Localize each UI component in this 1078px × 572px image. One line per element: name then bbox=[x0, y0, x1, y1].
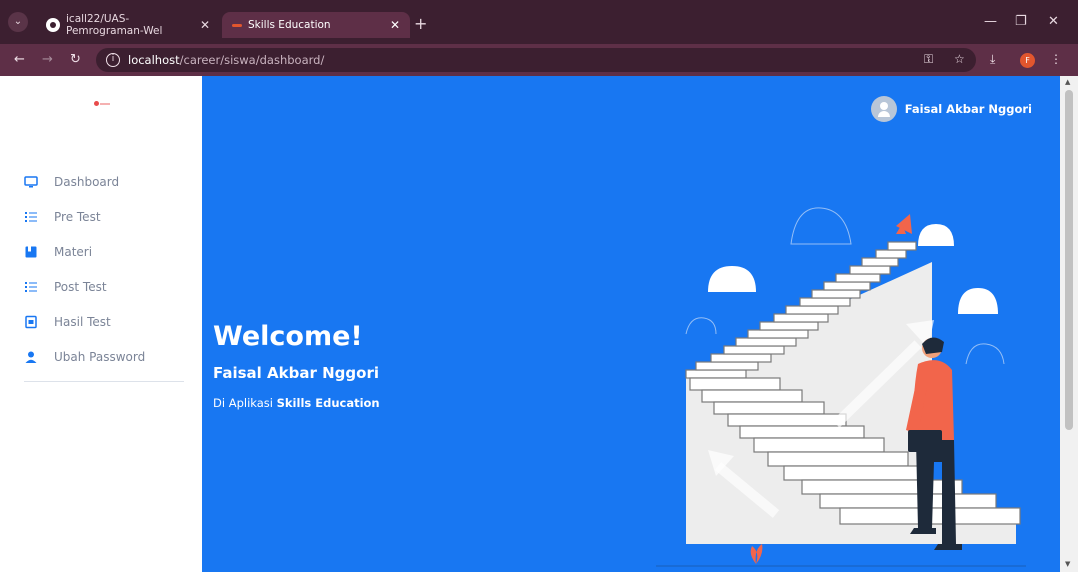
sidebar: Dashboard Pre Test Materi Post Test Hasi… bbox=[0, 76, 202, 572]
sidebar-item-ubah-password[interactable]: Ubah Password bbox=[0, 339, 202, 374]
profile-avatar[interactable]: F bbox=[1020, 53, 1035, 68]
url-host: localhost bbox=[128, 53, 180, 67]
password-key-icon[interactable]: ⚿ bbox=[924, 52, 933, 67]
reload-icon[interactable]: ↻ bbox=[70, 52, 81, 67]
report-icon bbox=[25, 315, 37, 328]
sidebar-item-label: Dashboard bbox=[54, 174, 120, 189]
scrollbar-thumb[interactable] bbox=[1065, 90, 1073, 430]
user-icon bbox=[25, 351, 37, 363]
page-scrollbar[interactable]: ▲ ▼ bbox=[1060, 76, 1078, 572]
welcome-title: Welcome! bbox=[213, 321, 363, 352]
sidebar-item-materi[interactable]: Materi bbox=[0, 234, 202, 269]
github-icon bbox=[46, 18, 60, 32]
back-icon[interactable]: ← bbox=[14, 52, 25, 67]
main-hero: Faisal Akbar Nggori Welcome! Faisal Akba… bbox=[202, 76, 1060, 572]
bookmark-star-icon[interactable]: ☆ bbox=[954, 52, 965, 66]
subtitle-prefix: Di Aplikasi bbox=[213, 396, 273, 410]
student-name: Faisal Akbar Nggori bbox=[213, 364, 379, 382]
avatar bbox=[870, 96, 897, 122]
browser-tab-bar: ⌄ icall22/UAS-Pemrograman-Wel ✕ Skills E… bbox=[0, 0, 1078, 44]
tab-skills-education[interactable]: Skills Education ✕ bbox=[222, 12, 410, 38]
url-path: /career/siswa/dashboard/ bbox=[179, 53, 325, 67]
close-icon[interactable]: ✕ bbox=[200, 18, 210, 32]
forward-icon[interactable]: → bbox=[42, 52, 53, 67]
monitor-icon bbox=[24, 175, 38, 187]
user-menu[interactable]: Faisal Akbar Nggori bbox=[870, 96, 1032, 122]
close-window-icon[interactable]: ✕ bbox=[1048, 14, 1059, 29]
address-bar: ← → ↻ i localhost/career/siswa/dashboard… bbox=[0, 44, 1078, 76]
app-logo[interactable] bbox=[90, 101, 112, 107]
welcome-subtitle: Di Aplikasi Skills Education bbox=[213, 396, 380, 410]
tab-github[interactable]: icall22/UAS-Pemrograman-Wel ✕ bbox=[36, 12, 220, 38]
book-icon bbox=[25, 246, 37, 257]
new-tab-icon[interactable]: + bbox=[414, 14, 427, 33]
url-field[interactable]: i localhost/career/siswa/dashboard/ bbox=[96, 48, 976, 72]
tab-title: icall22/UAS-Pemrograman-Wel bbox=[66, 13, 163, 37]
favicon-icon bbox=[232, 23, 242, 27]
menu-dots-icon[interactable]: ⋮ bbox=[1050, 52, 1062, 66]
stairs-illustration bbox=[656, 207, 1026, 567]
sidebar-menu: Dashboard Pre Test Materi Post Test Hasi… bbox=[0, 164, 202, 374]
scroll-up-icon[interactable]: ▲ bbox=[1065, 78, 1070, 86]
list-icon bbox=[25, 281, 37, 292]
sidebar-item-label: Pre Test bbox=[54, 209, 101, 224]
sidebar-item-dashboard[interactable]: Dashboard bbox=[0, 164, 202, 199]
sidebar-item-label: Hasil Test bbox=[54, 314, 111, 329]
user-name: Faisal Akbar Nggori bbox=[904, 102, 1032, 116]
sidebar-item-post-test[interactable]: Post Test bbox=[0, 269, 202, 304]
site-info-icon[interactable]: i bbox=[106, 53, 120, 67]
sidebar-item-hasil-test[interactable]: Hasil Test bbox=[0, 304, 202, 339]
download-icon[interactable]: ⤓ bbox=[990, 52, 995, 67]
sidebar-item-label: Materi bbox=[54, 244, 93, 259]
close-icon[interactable]: ✕ bbox=[390, 18, 400, 32]
restore-icon[interactable]: ❐ bbox=[1015, 14, 1027, 29]
minimize-icon[interactable]: — bbox=[984, 14, 997, 29]
app-name: Skills Education bbox=[276, 396, 380, 410]
scroll-down-icon[interactable]: ▼ bbox=[1065, 560, 1070, 568]
tab-title: Skills Education bbox=[248, 19, 331, 31]
sidebar-item-pre-test[interactable]: Pre Test bbox=[0, 199, 202, 234]
tab-search-icon[interactable]: ⌄ bbox=[8, 12, 28, 32]
list-icon bbox=[25, 211, 37, 222]
sidebar-item-label: Ubah Password bbox=[54, 349, 146, 364]
sidebar-item-label: Post Test bbox=[54, 279, 107, 294]
sidebar-divider bbox=[24, 381, 184, 382]
